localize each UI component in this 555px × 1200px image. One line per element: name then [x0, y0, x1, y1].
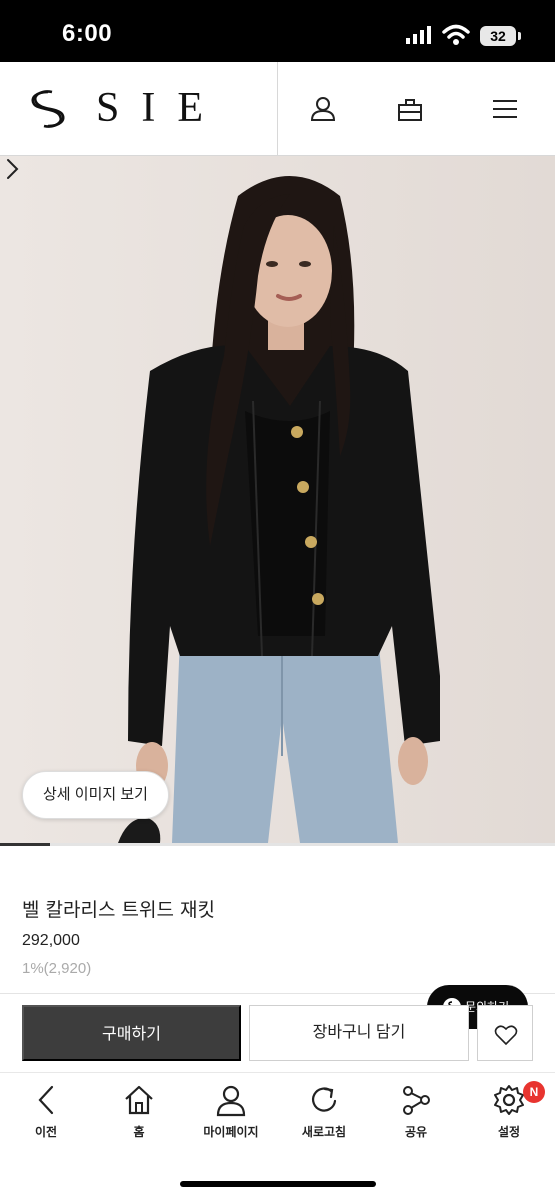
- buy-button[interactable]: 구매하기: [22, 1005, 241, 1061]
- detail-images-button[interactable]: 상세 이미지 보기: [22, 771, 169, 819]
- nav-share[interactable]: 공유: [376, 1083, 456, 1153]
- nav-share-label: 공유: [404, 1125, 428, 1139]
- nav-mypage[interactable]: 마이페이지: [191, 1083, 271, 1153]
- share-icon: [403, 1086, 430, 1115]
- nav-home[interactable]: 홈: [99, 1083, 179, 1153]
- nav-home-label: 홈: [133, 1125, 145, 1139]
- shopping-bag-icon[interactable]: [396, 95, 424, 123]
- header-divider: [277, 62, 278, 156]
- nav-settings[interactable]: N 설정: [469, 1081, 549, 1153]
- product-photo: [0, 156, 555, 843]
- nav-back[interactable]: 이전: [6, 1083, 86, 1153]
- home-icon: [125, 1085, 153, 1115]
- status-bar: 6:00 32: [0, 0, 555, 62]
- product-points: 1%(2,920): [22, 960, 92, 977]
- next-image-arrow-icon[interactable]: [0, 156, 24, 182]
- product-name: 벨 칼라리스 트위드 재킷: [22, 899, 215, 921]
- product-image-carousel[interactable]: [0, 156, 555, 843]
- new-badge: N: [523, 1081, 545, 1103]
- heart-icon: [494, 1025, 518, 1046]
- nav-refresh[interactable]: 새로고침: [284, 1083, 364, 1153]
- carousel-progress: [0, 843, 555, 846]
- nav-back-label: 이전: [34, 1125, 58, 1139]
- battery-icon: 32: [480, 26, 521, 46]
- home-indicator: [180, 1181, 376, 1187]
- back-icon: [38, 1085, 54, 1115]
- person-icon: [216, 1085, 246, 1117]
- brand-wordmark[interactable]: SIE: [96, 84, 225, 132]
- wishlist-button[interactable]: [477, 1005, 533, 1061]
- nav-settings-label: 설정: [497, 1125, 521, 1139]
- hamburger-menu-icon[interactable]: [491, 95, 519, 123]
- refresh-icon: [312, 1087, 337, 1112]
- add-to-cart-button[interactable]: 장바구니 담기: [249, 1005, 469, 1061]
- nav-mypage-label: 마이페이지: [203, 1125, 259, 1139]
- user-icon[interactable]: [309, 95, 337, 123]
- app-header: SIE: [0, 62, 555, 156]
- nav-refresh-label: 새로고침: [301, 1125, 347, 1139]
- brand-logo-mark[interactable]: [26, 88, 70, 130]
- status-time: 6:00: [62, 20, 113, 47]
- wifi-icon: [442, 24, 470, 45]
- carousel-progress-fill: [0, 843, 50, 846]
- signal-icon: [406, 26, 431, 44]
- gear-icon: [494, 1085, 524, 1115]
- product-price: 292,000: [22, 932, 80, 949]
